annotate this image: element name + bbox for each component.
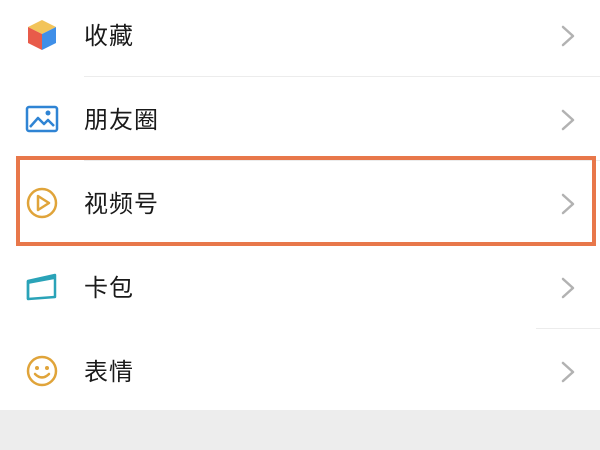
favorites-cube-icon [24, 17, 60, 53]
divider [536, 328, 600, 329]
menu-item-stickers[interactable]: 表情 [0, 330, 600, 414]
chevron-right-icon [560, 108, 576, 132]
menu-item-label: 表情 [84, 358, 134, 386]
divider [84, 76, 600, 77]
chevron-right-icon [560, 276, 576, 300]
sticker-smiley-icon [24, 353, 60, 389]
menu-item-moments[interactable]: 朋友圈 [0, 78, 600, 162]
section-gap [0, 410, 600, 450]
chevron-right-icon [560, 360, 576, 384]
menu-item-label: 卡包 [84, 274, 134, 302]
chevron-right-icon [560, 24, 576, 48]
menu-item-card-wallet[interactable]: 卡包 [0, 246, 600, 330]
moments-image-icon [24, 101, 60, 137]
menu-item-favorites[interactable]: 收藏 [0, 0, 600, 78]
highlight-box [16, 156, 596, 246]
menu-item-label: 朋友圈 [84, 106, 159, 134]
menu-item-label: 收藏 [84, 22, 134, 50]
card-wallet-icon [24, 269, 60, 305]
